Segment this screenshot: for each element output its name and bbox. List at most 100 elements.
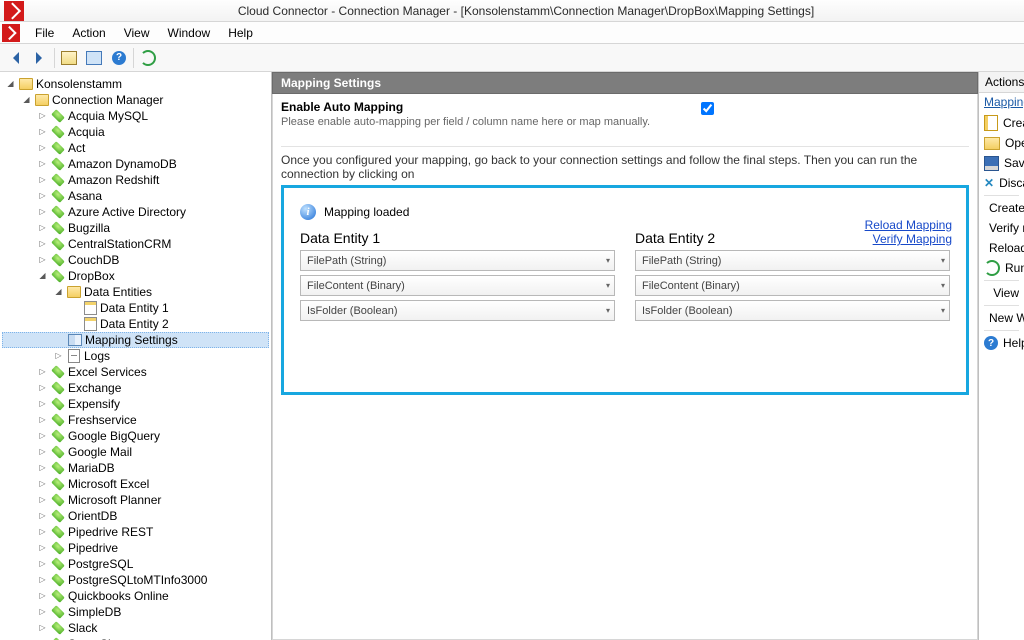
expand-collapse-icon[interactable] [37,431,48,442]
tree-connection[interactable]: Bugzilla [2,220,269,236]
tree-connection[interactable]: SimpleDB [2,604,269,620]
enable-auto-mapping-checkbox[interactable] [701,102,714,115]
tree-connection[interactable]: Acquia MySQL [2,108,269,124]
tree-connection[interactable]: Amazon Redshift [2,172,269,188]
tree-connection[interactable]: Excel Services [2,364,269,380]
field-mapping-combo[interactable]: FileContent (Binary)▾ [635,275,950,296]
action-verify[interactable]: Verify mapping [979,218,1024,238]
expand-collapse-icon[interactable] [37,239,48,250]
tree-connection[interactable]: Act [2,140,269,156]
action-discard[interactable]: Discard changes [979,173,1024,193]
tree-connection-manager[interactable]: Connection Manager [2,92,269,108]
menu-file[interactable]: File [26,23,63,43]
action-help[interactable]: Help [979,333,1024,353]
tree-connection[interactable]: Azure Active Directory [2,204,269,220]
expand-collapse-icon[interactable] [37,511,48,522]
expand-collapse-icon[interactable] [37,255,48,266]
tree-connection[interactable]: Quickbooks Online [2,588,269,604]
help-button[interactable] [108,47,130,69]
expand-collapse-icon[interactable] [37,399,48,410]
tree-data-entity[interactable]: Data Entity 2 [2,316,269,332]
expand-collapse-icon[interactable] [21,95,32,106]
tree-connection[interactable]: Amazon DynamoDB [2,156,269,172]
menu-help[interactable]: Help [219,23,262,43]
tree-connection[interactable]: Freshservice [2,412,269,428]
field-mapping-combo[interactable]: FilePath (String)▾ [635,250,950,271]
new-window-button[interactable] [83,47,105,69]
expand-collapse-icon[interactable] [37,191,48,202]
expand-collapse-icon[interactable] [53,287,64,298]
expand-collapse-icon[interactable] [37,543,48,554]
expand-collapse-icon[interactable] [37,591,48,602]
action-save[interactable]: Save connection [979,153,1024,173]
tree-connection[interactable]: Pipedrive [2,540,269,556]
expand-collapse-icon[interactable] [37,127,48,138]
field-mapping-combo[interactable]: IsFolder (Boolean)▾ [300,300,615,321]
tree-connection[interactable]: PostgreSQL [2,556,269,572]
nav-back-button[interactable] [4,47,26,69]
action-reload[interactable]: Reload mapping [979,238,1024,258]
tree-connection[interactable]: MariaDB [2,460,269,476]
action-create-2[interactable]: Create connection [979,198,1024,218]
expand-collapse-icon[interactable] [37,143,48,154]
tree-connection[interactable]: PostgreSQLtoMTInfo3000 [2,572,269,588]
menu-window[interactable]: Window [159,23,220,43]
tree-logs[interactable]: Logs [2,348,269,364]
tree-connection[interactable]: Microsoft Excel [2,476,269,492]
tree-connection[interactable]: Acquia [2,124,269,140]
tree-mapping-settings[interactable]: Mapping Settings [2,332,269,348]
expand-collapse-icon[interactable] [5,79,16,90]
tree-connection[interactable]: CentralStationCRM [2,236,269,252]
tree-connection[interactable]: Expensify [2,396,269,412]
action-new-window[interactable]: New Window [979,308,1024,328]
expand-collapse-icon[interactable] [37,527,48,538]
expand-collapse-icon[interactable] [37,479,48,490]
expand-collapse-icon[interactable] [37,223,48,234]
field-mapping-combo[interactable]: FilePath (String)▾ [300,250,615,271]
expand-collapse-icon[interactable] [37,271,48,282]
show-console-button[interactable] [58,47,80,69]
nav-forward-button[interactable] [29,47,51,69]
expand-collapse-icon[interactable] [37,447,48,458]
expand-collapse-icon[interactable] [53,351,64,362]
action-view[interactable]: View [979,283,1024,303]
field-mapping-combo[interactable]: IsFolder (Boolean)▾ [635,300,950,321]
expand-collapse-icon[interactable] [37,111,48,122]
tree-connection[interactable]: Microsoft Planner [2,492,269,508]
field-mapping-combo[interactable]: FileContent (Binary)▾ [300,275,615,296]
action-open[interactable]: Open connection [979,133,1024,153]
menu-action[interactable]: Action [63,23,114,43]
tree-data-entities[interactable]: Data Entities [2,284,269,300]
tree-connection[interactable]: Google Mail [2,444,269,460]
tree[interactable]: KonsolenstammConnection ManagerAcquia My… [0,72,271,640]
tree-data-entity[interactable]: Data Entity 1 [2,300,269,316]
expand-collapse-icon[interactable] [37,383,48,394]
action-run[interactable]: Run Now [979,258,1024,278]
expand-collapse-icon[interactable] [37,175,48,186]
action-create[interactable]: Create connection [979,113,1024,133]
expand-collapse-icon[interactable] [37,607,48,618]
tree-root[interactable]: Konsolenstamm [2,76,269,92]
expand-collapse-icon[interactable] [37,575,48,586]
tree-connection[interactable]: Google BigQuery [2,428,269,444]
tree-connection[interactable]: Slack [2,620,269,636]
tree-connection[interactable]: Pipedrive REST [2,524,269,540]
expand-collapse-icon[interactable] [37,367,48,378]
tree-connection[interactable]: OrientDB [2,508,269,524]
verify-mapping-link[interactable]: Verify Mapping [865,232,952,246]
expand-collapse-icon[interactable] [37,207,48,218]
tree-connection[interactable]: CouchDB [2,252,269,268]
tree-connection-dropbox[interactable]: DropBox [2,268,269,284]
tree-connection[interactable]: Exchange [2,380,269,396]
reload-mapping-link[interactable]: Reload Mapping [865,218,952,232]
tree-connection[interactable]: Asana [2,188,269,204]
expand-collapse-icon[interactable] [37,463,48,474]
expand-collapse-icon[interactable] [37,559,48,570]
expand-collapse-icon[interactable] [37,159,48,170]
refresh-button[interactable] [137,47,159,69]
expand-collapse-icon[interactable] [37,495,48,506]
expand-collapse-icon[interactable] [37,623,48,634]
tree-connection[interactable]: SmartSheet [2,636,269,640]
expand-collapse-icon[interactable] [37,415,48,426]
menu-view[interactable]: View [115,23,159,43]
